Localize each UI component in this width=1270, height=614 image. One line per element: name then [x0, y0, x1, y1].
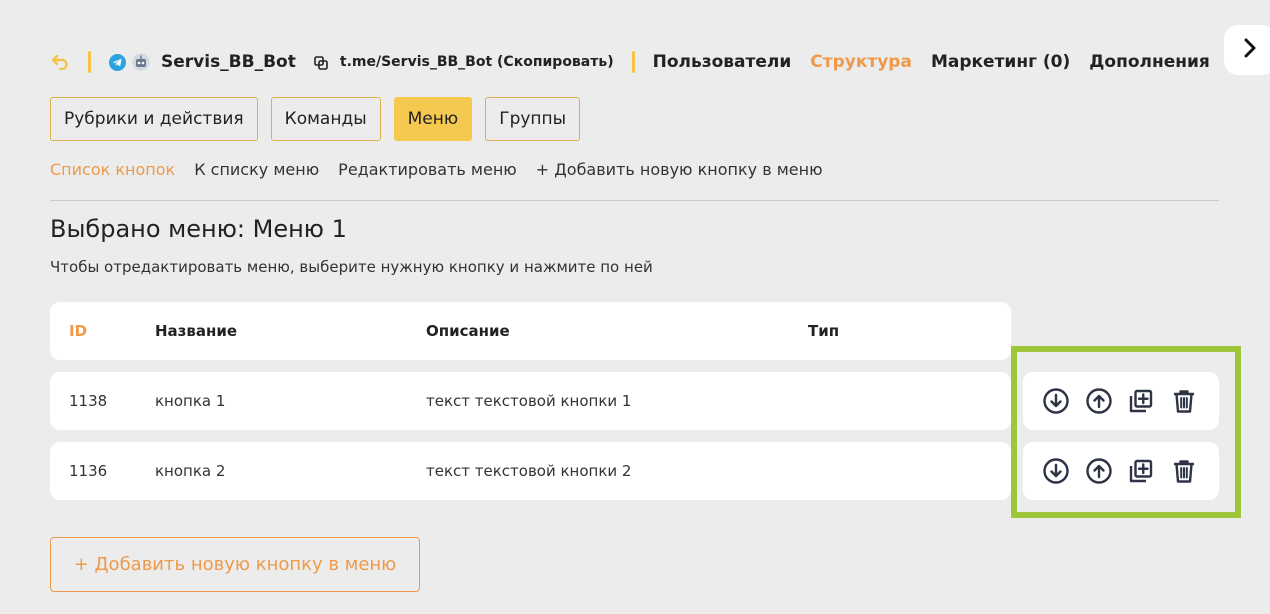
row-id: 1136 [69, 462, 108, 480]
column-header-type: Тип [808, 322, 840, 340]
table-header: ID Название Описание Тип [50, 302, 1011, 360]
tab-rubrics[interactable]: Рубрики и действия [50, 97, 258, 141]
subnav-add-button[interactable]: + Добавить новую кнопку в меню [536, 160, 823, 179]
bot-link[interactable]: t.me/Servis_BB_Bot (Скопировать) [340, 54, 614, 70]
nav-users[interactable]: Пользователи [653, 52, 792, 72]
nav-addons[interactable]: Дополнения [1089, 52, 1210, 72]
row-name: кнопка 2 [155, 462, 226, 480]
row-name: кнопка 1 [155, 392, 226, 410]
bot-avatar-icon [132, 53, 150, 71]
add-menu-button[interactable]: + Добавить новую кнопку в меню [50, 537, 420, 592]
tab-menu[interactable]: Меню [393, 97, 473, 141]
tab-groups[interactable]: Группы [485, 97, 581, 141]
divider-line [50, 200, 1219, 201]
subnav-button-list[interactable]: Список кнопок [50, 160, 175, 179]
column-header-name: Название [155, 322, 238, 340]
page-hint: Чтобы отредактировать меню, выберите нуж… [50, 258, 653, 276]
bot-name: Servis_BB_Bot [161, 52, 296, 72]
chevron-right-icon [1243, 38, 1257, 62]
telegram-icon [109, 53, 126, 71]
nav-structure[interactable]: Структура [810, 52, 912, 72]
section-tabs: Рубрики и действия Команды Меню Группы [50, 97, 593, 141]
row-id: 1138 [69, 392, 108, 410]
next-button[interactable] [1224, 25, 1270, 75]
subnav-edit-menu[interactable]: Редактировать меню [338, 160, 517, 179]
sub-navigation: Список кнопок К списку меню Редактироват… [50, 160, 842, 179]
back-arrow-icon[interactable] [50, 52, 70, 72]
top-bar: Servis_BB_Bot t.me/Servis_BB_Bot (Скопир… [50, 48, 1229, 76]
tab-commands[interactable]: Команды [270, 97, 381, 141]
page-title: Выбрано меню: Меню 1 [50, 215, 347, 243]
table-row[interactable]: 1138 кнопка 1 текст текстовой кнопки 1 [50, 372, 1011, 430]
column-header-id: ID [69, 322, 88, 340]
nav-marketing[interactable]: Маркетинг (0) [931, 52, 1070, 72]
divider [88, 51, 91, 73]
row-description: текст текстовой кнопки 2 [426, 462, 632, 480]
row-description: текст текстовой кнопки 1 [426, 392, 632, 410]
subnav-back-to-menus[interactable]: К списку меню [194, 160, 319, 179]
divider [631, 51, 635, 73]
table-row[interactable]: 1136 кнопка 2 текст текстовой кнопки 2 [50, 442, 1011, 500]
copy-link-icon[interactable] [314, 55, 328, 70]
actions-highlight-frame [1011, 346, 1241, 518]
column-header-description: Описание [426, 322, 510, 340]
